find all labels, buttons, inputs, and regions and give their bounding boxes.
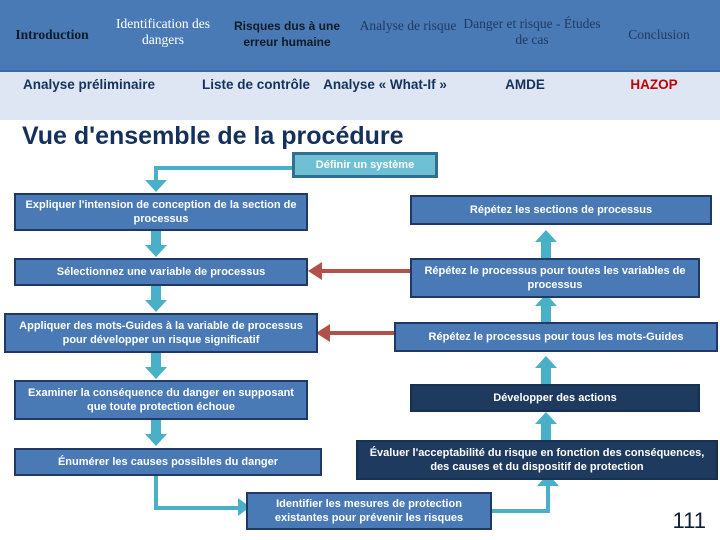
arrow-shaft-r4 [541,424,551,440]
subnav-item-analyse-what-if[interactable]: Analyse « What-If » [320,76,450,94]
arrow-shaft-r1 [541,242,551,258]
arrowhead-down-to-box1 [145,180,167,192]
arrowhead-down-2 [145,300,167,312]
flow-box-selectionnez-variable[interactable]: Sélectionnez une variable de processus [14,258,308,286]
arrowhead-up-r4 [535,412,557,424]
flow-box-appliquer-mots-guides[interactable]: Appliquer des mots-Guides à la variable … [4,313,318,353]
subnav-item-analyse-preliminaire[interactable]: Analyse préliminaire [14,76,164,94]
nav-item-analyse-de-risque[interactable]: Analyse de risque [352,18,464,34]
nav-item-conclusion[interactable]: Conclusion [600,27,718,43]
flow-box-identifier-mesures[interactable]: Identifier les mesures de protection exi… [246,492,492,530]
connector-bottom-to-evaluate-v [546,486,550,510]
connector-define-to-left [156,166,296,170]
connector-causes-right [154,506,240,510]
top-navigation-bar: Introduction Identification des dangers … [0,0,720,70]
slide-root: Introduction Identification des dangers … [0,0,720,540]
feedback-arrow-variables-line [322,269,412,273]
nav-item-danger-etudes-de-cas[interactable]: Danger et risque - Études de cas [462,16,602,48]
nav-item-risques-erreur-humaine[interactable]: Risques dus à une erreur humaine [222,18,352,50]
flow-box-expliquer-intension[interactable]: Expliquer l'intension de conception de l… [14,193,308,231]
subnav-item-hazop[interactable]: HAZOP [592,76,716,94]
flow-box-examiner-consequence[interactable]: Examiner la conséquence du danger en sup… [14,380,308,420]
sub-navigation-bar: Analyse préliminaire Liste de contrôle A… [0,70,720,120]
arrowhead-down-1 [145,245,167,257]
flow-box-repetez-sections[interactable]: Répétez les sections de processus [410,195,712,225]
arrow-shaft-r2 [541,306,551,322]
subnav-item-liste-de-controle[interactable]: Liste de contrôle [196,76,316,94]
flow-box-evaluer-acceptabilite[interactable]: Évaluer l'acceptabilité du risque en fon… [356,440,718,480]
subnav-item-amde[interactable]: AMDE [460,76,590,94]
feedback-arrow-variables-head [308,262,322,280]
nav-item-introduction[interactable]: Introduction [2,27,102,43]
flow-box-repetez-variables[interactable]: Répétez le processus pour toutes les var… [410,258,700,298]
flow-box-developper-actions[interactable]: Développer des actions [410,384,700,412]
nav-item-identification[interactable]: Identification des dangers [104,16,222,48]
connector-causes-down [154,476,158,508]
arrowhead-up-r1 [535,230,557,242]
flow-box-definir-un-systeme[interactable]: Définir un système [292,152,438,178]
arrowhead-down-3 [145,367,167,379]
page-title: Vue d'ensemble de la procédure [22,122,404,150]
arrow-shaft-r3 [541,368,551,384]
feedback-arrow-motsguides-line [330,331,396,335]
flow-box-enumerer-causes[interactable]: Énumérer les causes possibles du danger [14,448,322,476]
arrowhead-down-4 [145,434,167,446]
flow-box-repetez-mots-guides[interactable]: Répétez le processus pour tous les mots-… [394,322,718,352]
page-number: 111 [672,508,706,533]
feedback-arrow-motsguides-head [316,324,330,342]
arrowhead-up-r3 [535,356,557,368]
